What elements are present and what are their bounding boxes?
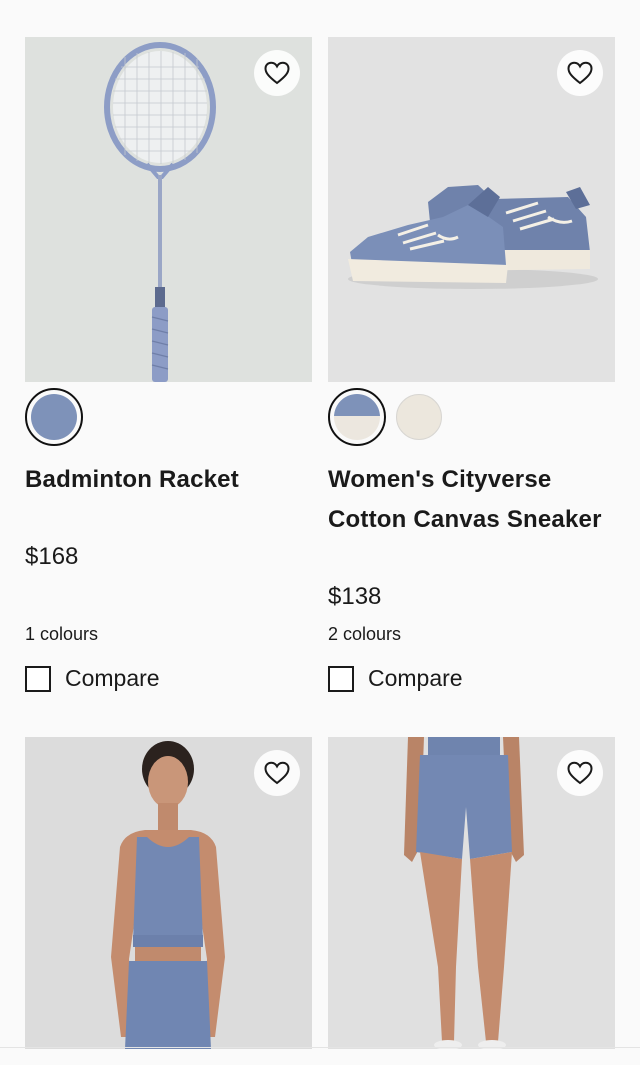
product-image-badminton-racket[interactable] (25, 37, 312, 382)
product-card-cityverse-sneaker: Women's Cityverse Cotton Canvas Sneaker … (328, 37, 615, 692)
favorite-button[interactable] (557, 750, 603, 796)
colour-count: 1 colours (25, 624, 99, 644)
product-grid: Badminton Racket $168 1 colours Compare (0, 0, 640, 1065)
swatch-colour (396, 394, 442, 440)
compare-checkbox-row[interactable]: Compare (328, 665, 463, 692)
favorite-button[interactable] (557, 50, 603, 96)
colour-count: 2 colours (328, 624, 402, 644)
swatch-colour (334, 394, 380, 440)
compare-checkbox-row[interactable]: Compare (25, 665, 160, 692)
swatch-blue[interactable] (25, 388, 83, 446)
product-image-shorts[interactable] (328, 737, 615, 1049)
heart-outline-icon (264, 61, 290, 85)
compare-label: Compare (65, 665, 160, 691)
heart-outline-icon (264, 761, 290, 785)
colour-swatches (25, 387, 83, 447)
product-price: $168 (25, 543, 79, 570)
heart-outline-icon (567, 61, 593, 85)
swatch-cream[interactable] (390, 388, 448, 446)
colour-swatches (328, 387, 448, 447)
compare-checkbox[interactable] (328, 665, 354, 692)
product-title[interactable]: Badminton Racket (25, 460, 312, 500)
swatch-blue-cream[interactable] (328, 388, 386, 446)
product-price: $138 (328, 583, 382, 610)
product-card-tank-top (25, 737, 312, 1049)
compare-label: Compare (368, 665, 463, 691)
heart-outline-icon (567, 761, 593, 785)
product-image-tank-top[interactable] (25, 737, 312, 1049)
compare-checkbox[interactable] (25, 665, 51, 692)
product-image-sneaker[interactable] (328, 37, 615, 382)
swatch-colour (31, 394, 77, 440)
favorite-button[interactable] (254, 750, 300, 796)
product-card-badminton-racket: Badminton Racket $168 1 colours Compare (25, 37, 312, 692)
favorite-button[interactable] (254, 50, 300, 96)
bottom-divider (0, 1047, 640, 1048)
product-title[interactable]: Women's Cityverse Cotton Canvas Sneaker (328, 460, 615, 540)
product-card-shorts (328, 737, 615, 1049)
